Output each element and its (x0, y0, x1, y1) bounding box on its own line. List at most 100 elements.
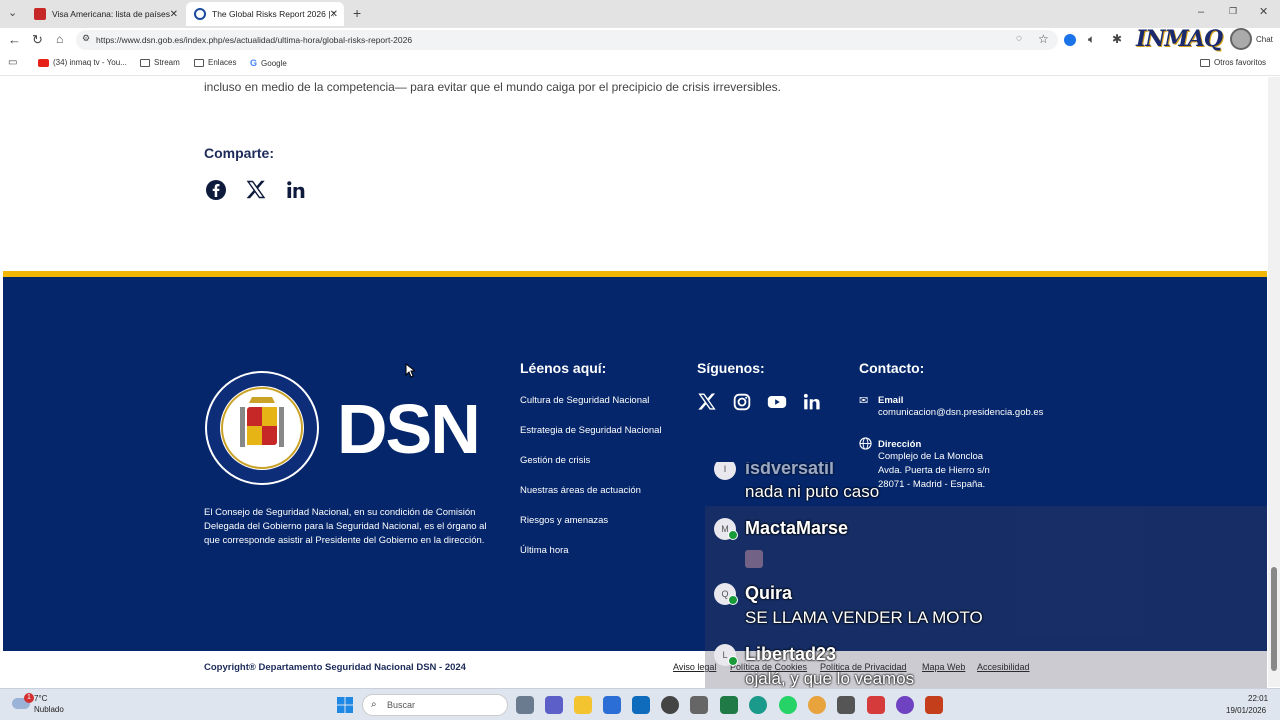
reload-icon[interactable]: ↻ (32, 33, 43, 46)
edge-icon[interactable] (749, 696, 767, 714)
folder-icon (140, 58, 150, 67)
favorite-star-icon[interactable]: ☆ (1038, 33, 1049, 45)
moderator-badge-icon (728, 530, 738, 540)
chat-text: ojalá, y que lo veamos (745, 669, 915, 688)
outlook-icon[interactable] (632, 696, 650, 714)
x-twitter-icon[interactable] (244, 178, 268, 202)
chat-username: MactaMarse (745, 518, 849, 538)
weather-desc: Nublado (34, 705, 64, 714)
youtube-icon (38, 58, 49, 67)
tab-bar: ⌄ Visa Americana: lista de países afe ✕ … (0, 0, 1280, 28)
bookmark-label: Stream (154, 58, 180, 67)
powerpoint-icon[interactable] (925, 696, 943, 714)
browser-toolbar: ← ↻ ⌂ ⚙ https://www.dsn.gob.es/index.php… (0, 26, 1280, 52)
tab-title: Visa Americana: lista de países afe (52, 9, 172, 19)
settings-icon[interactable] (690, 696, 708, 714)
home-icon[interactable]: ⌂ (56, 33, 63, 45)
x-twitter-icon[interactable] (696, 391, 718, 413)
close-icon[interactable]: ✕ (170, 9, 178, 20)
linkedin-icon[interactable] (284, 178, 308, 202)
profile-badge-text: INMAQ (1136, 26, 1223, 52)
bookmark-label: Otros favoritos (1214, 58, 1267, 67)
task-view-icon[interactable] (516, 696, 534, 714)
site-info-icon[interactable]: ⚙ (82, 34, 90, 43)
file-explorer-icon[interactable] (574, 696, 592, 714)
email-link[interactable]: comunicacion@dsn.presidencia.gob.es (878, 406, 1043, 420)
bookmark-youtube[interactable]: (34) inmaq tv - You... (38, 58, 127, 67)
clock-time: 22:01 (1248, 694, 1269, 703)
page-scrollbar[interactable] (1268, 77, 1280, 687)
excel-icon[interactable] (720, 696, 738, 714)
moderator-badge-icon (728, 595, 738, 605)
bookmarks-bar: ▭ (34) inmaq tv - You... Stream Enlaces … (0, 52, 1280, 76)
sidebar-icon[interactable]: ▭ (8, 58, 17, 68)
bookmark-enlaces[interactable]: Enlaces (194, 58, 236, 67)
dsn-seal-logo (205, 371, 319, 485)
new-tab-icon[interactable]: + (353, 6, 361, 20)
profile-logo[interactable]: INMAQ (1136, 24, 1254, 54)
folder-icon (194, 58, 204, 67)
close-window-icon[interactable]: ✕ (1259, 7, 1268, 18)
search-icon: ⌕ (371, 699, 377, 710)
follow-heading: Síguenos: (697, 360, 765, 376)
speaker-icon[interactable]: 🔈︎ (1088, 33, 1095, 45)
link-gestion-crisis[interactable]: Gestión de crisis (520, 455, 590, 466)
back-icon[interactable]: ← (8, 33, 21, 46)
facebook-icon[interactable] (204, 178, 228, 202)
address-label: Dirección (878, 439, 922, 450)
tab-visa[interactable]: Visa Americana: lista de países afe ✕ (26, 2, 184, 26)
linkedin-icon[interactable] (801, 391, 823, 413)
tab-title: The Global Risks Report 2026 | Sit (212, 9, 334, 19)
bookmark-google[interactable]: G Google (250, 58, 287, 68)
clock-date: 19/01/2026 (1226, 706, 1267, 715)
weather-widget[interactable]: 1 7°C Nublado (10, 693, 90, 717)
contact-email: Email comunicacion@dsn.presidencia.gob.e… (878, 395, 1043, 420)
chat-username: Quira (745, 583, 793, 603)
scrollbar-thumb[interactable] (1271, 567, 1277, 671)
avatar (1230, 28, 1252, 50)
taskbar-search-input[interactable]: ⌕ Buscar (362, 694, 508, 716)
url-text: https://www.dsn.gob.es/index.php/es/actu… (96, 35, 413, 45)
close-icon[interactable]: ✕ (330, 9, 338, 20)
youtube-icon[interactable] (766, 391, 788, 413)
tab-global-risks[interactable]: The Global Risks Report 2026 | Sit ✕ (186, 2, 344, 26)
other-bookmarks[interactable]: Otros favoritos (1200, 58, 1266, 67)
link-areas[interactable]: Nuestras áreas de actuación (520, 485, 641, 496)
obs-icon[interactable] (661, 696, 679, 714)
stream-chat-overlay: I isdversatil nada ni puto caso M MactaM… (705, 462, 1267, 688)
chat-username: Libertad23 (745, 644, 837, 664)
windows-start-icon[interactable] (337, 697, 353, 713)
dsn-favicon-icon (194, 8, 206, 20)
bookmark-label: Google (261, 58, 287, 68)
dsn-description: El Consejo de Seguridad Nacional, en su … (204, 507, 487, 546)
link-riesgos[interactable]: Riesgos y amenazas (520, 515, 608, 526)
weather-temp: 7°C (34, 694, 48, 703)
instagram-icon[interactable] (731, 391, 753, 413)
address-bar[interactable]: ⚙ https://www.dsn.gob.es/index.php/es/ac… (76, 30, 1058, 50)
link-cultura[interactable]: Cultura de Seguridad Nacional (520, 395, 649, 406)
extensions-puzzle-icon[interactable]: ✱ (1112, 33, 1122, 45)
chrome-icon[interactable] (808, 696, 826, 714)
tab-list-icon[interactable]: ⌄ (8, 8, 17, 19)
store-icon[interactable] (603, 696, 621, 714)
chat-button[interactable]: Chat (1256, 35, 1273, 44)
teams-icon[interactable] (545, 696, 563, 714)
bookmark-label: (34) inmaq tv - You... (53, 58, 127, 67)
link-estrategia[interactable]: Estrategia de Seguridad Nacional (520, 425, 662, 436)
emote-icon (745, 550, 763, 568)
minimize-icon[interactable]: – (1198, 7, 1204, 18)
email-label: Email (878, 395, 904, 406)
link-ultima-hora[interactable]: Última hora (520, 545, 569, 556)
extension-icon[interactable] (1064, 34, 1076, 46)
whatsapp-icon[interactable] (779, 696, 797, 714)
reader-icon[interactable]: ◌ (1016, 34, 1022, 44)
weather-alert-badge: 1 (24, 693, 34, 703)
visa-favicon-icon (34, 8, 46, 20)
browser-app-icon[interactable] (896, 696, 914, 714)
bookmark-stream[interactable]: Stream (140, 58, 180, 67)
streaming-app-icon[interactable] (867, 696, 885, 714)
app-icon[interactable] (837, 696, 855, 714)
email-icon: ✉ (859, 395, 869, 407)
restore-icon[interactable]: ❐ (1229, 7, 1237, 16)
read-here-heading: Léenos aquí: (520, 360, 607, 376)
